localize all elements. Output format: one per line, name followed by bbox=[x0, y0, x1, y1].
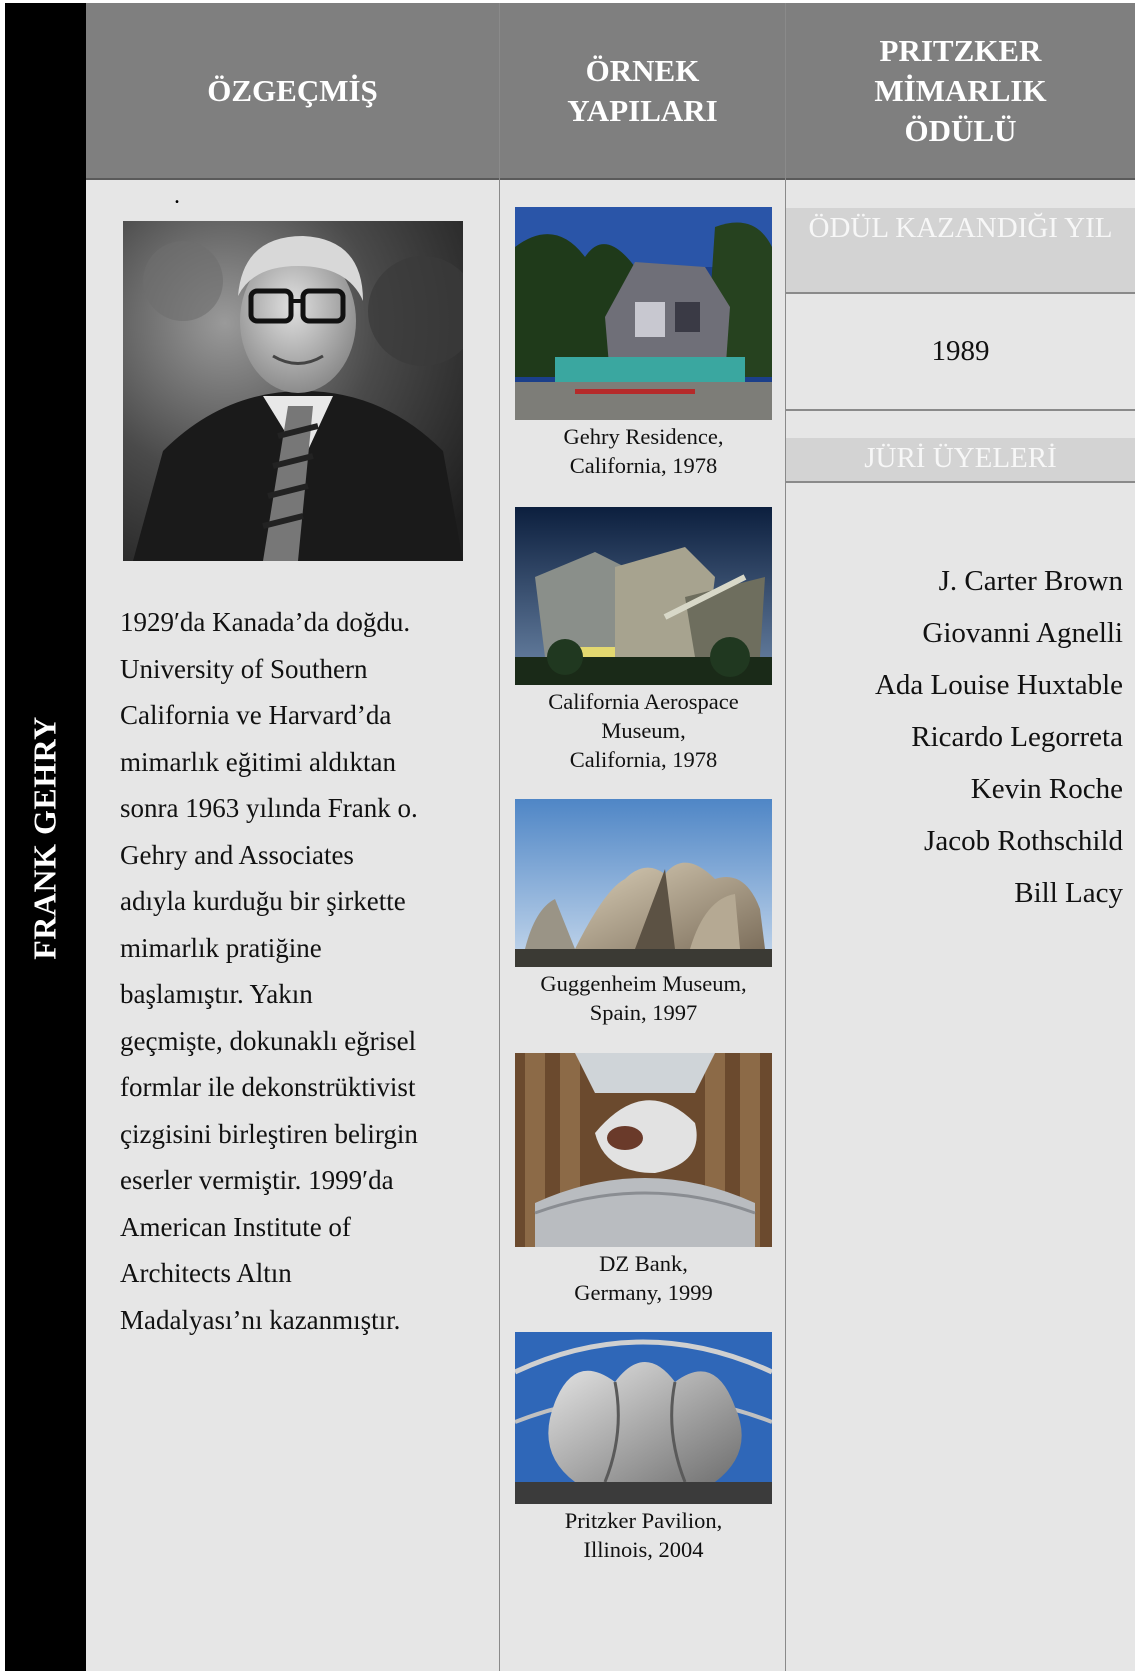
bio-header-label: ÖZGEÇMİŞ bbox=[207, 72, 378, 108]
work-item: Gehry Residence, California, 1978 bbox=[515, 207, 772, 480]
bio-line: çizgisini birleştiren belirgin bbox=[120, 1118, 418, 1149]
jury-member: J. Carter Brown bbox=[938, 565, 1123, 597]
jury-list: J. Carter Brown Giovanni Agnelli Ada Lou… bbox=[875, 555, 1123, 919]
bio-line: sonra 1963 yılında Frank o. bbox=[120, 793, 418, 823]
jury-member: Giovanni Agnelli bbox=[922, 617, 1123, 649]
dz-bank-photo bbox=[515, 1053, 772, 1247]
bio-line: formlar ile dekonstrüktivist bbox=[120, 1072, 416, 1102]
jury-member: Bill Lacy bbox=[1014, 877, 1123, 909]
caption-line: California Aerospace bbox=[548, 689, 739, 714]
bio-line: Architects Altın bbox=[120, 1258, 292, 1288]
prize-column: PRITZKER MİMARLIK ÖDÜLÜ ÖDÜL KAZANDIĞI Y… bbox=[786, 3, 1135, 1671]
gehry-residence-photo bbox=[515, 207, 772, 420]
caption-line: Germany, 1999 bbox=[574, 1280, 713, 1305]
jury-member: Ada Louise Huxtable bbox=[874, 669, 1123, 701]
jury-member: Jacob Rothschild bbox=[924, 825, 1123, 857]
bio-line: California ve Harvard’da bbox=[120, 700, 392, 730]
guggenheim-photo bbox=[515, 799, 772, 967]
caption-line: California, 1978 bbox=[569, 747, 718, 772]
bio-line: American Institute of bbox=[120, 1211, 351, 1242]
caption-line: Gehry Residence, bbox=[563, 424, 724, 449]
page-frame: FRANK GEHRY ÖZGEÇMİŞ . 1929′da Kanada’da… bbox=[5, 3, 1135, 1671]
works-header-label: ÖRNEK YAPILARI bbox=[567, 52, 718, 128]
award-year: 1989 bbox=[786, 294, 1135, 411]
caption-line: Illinois, 2004 bbox=[583, 1537, 704, 1562]
bio-dot: . bbox=[174, 183, 180, 209]
bio-line: University of Southern bbox=[120, 653, 368, 684]
work-caption: Pritzker Pavilion, Illinois, 2004 bbox=[515, 1506, 772, 1564]
work-caption: DZ Bank, Germany, 1999 bbox=[515, 1249, 772, 1307]
work-caption: Gehry Residence, California, 1978 bbox=[515, 422, 772, 480]
bio-line: geçmişte, dokunaklı eğrisel bbox=[120, 1025, 417, 1056]
prize-header: PRITZKER MİMARLIK ÖDÜLÜ bbox=[786, 3, 1135, 180]
caption-line: DZ Bank, bbox=[599, 1251, 688, 1276]
bio-text: 1929′da Kanada’da doğdu. University of S… bbox=[120, 599, 470, 1343]
bio-line: Madalyası’nı kazanmıştır. bbox=[120, 1304, 401, 1335]
sidebar: FRANK GEHRY bbox=[5, 3, 86, 1671]
works-column: ÖRNEK YAPILARI Gehry Residence, Californ… bbox=[500, 3, 786, 1671]
caption-line: Museum, bbox=[601, 718, 686, 743]
bio-line: başlamıştır. Yakın bbox=[120, 979, 313, 1009]
caption-line: Guggenheim Museum, bbox=[540, 971, 747, 996]
bio-line: mimarlık pratiğine bbox=[120, 932, 322, 963]
bio-line: adıyla kurduğu bir şirkette bbox=[120, 886, 406, 916]
works-header: ÖRNEK YAPILARI bbox=[500, 3, 785, 180]
bio-header: ÖZGEÇMİŞ bbox=[86, 3, 499, 180]
work-caption: California Aerospace Museum, California,… bbox=[515, 687, 772, 774]
work-item: California Aerospace Museum, California,… bbox=[515, 507, 772, 774]
prize-header-label: PRITZKER MİMARLIK ÖDÜLÜ bbox=[874, 32, 1047, 148]
bio-column: ÖZGEÇMİŞ . 1929′da Kanada’da doğdu. Univ… bbox=[86, 3, 500, 1671]
jury-member: Kevin Roche bbox=[970, 773, 1123, 805]
portrait-photo bbox=[123, 221, 463, 561]
architect-name: FRANK GEHRY bbox=[26, 716, 63, 960]
jury-label: JÜRİ ÜYELERİ bbox=[786, 438, 1135, 483]
bio-line: Gehry and Associates bbox=[120, 839, 354, 870]
aerospace-museum-photo bbox=[515, 507, 772, 685]
work-item: DZ Bank, Germany, 1999 bbox=[515, 1053, 772, 1307]
caption-line: California, 1978 bbox=[569, 453, 718, 478]
work-caption: Guggenheim Museum, Spain, 1997 bbox=[515, 969, 772, 1027]
bio-line: 1929′da Kanada’da doğdu. bbox=[120, 607, 411, 637]
pritzker-pavilion-photo bbox=[515, 1332, 772, 1504]
bio-line: eserler vermiştir. 1999′da bbox=[120, 1165, 394, 1195]
bio-line: mimarlık eğitimi aldıktan bbox=[120, 746, 396, 777]
caption-line: Spain, 1997 bbox=[589, 1000, 698, 1025]
work-item: Pritzker Pavilion, Illinois, 2004 bbox=[515, 1332, 772, 1564]
jury-member: Ricardo Legorreta bbox=[911, 721, 1123, 753]
award-year-label: ÖDÜL KAZANDIĞI YIL bbox=[786, 208, 1135, 294]
work-item: Guggenheim Museum, Spain, 1997 bbox=[515, 799, 772, 1027]
caption-line: Pritzker Pavilion, bbox=[564, 1508, 723, 1533]
